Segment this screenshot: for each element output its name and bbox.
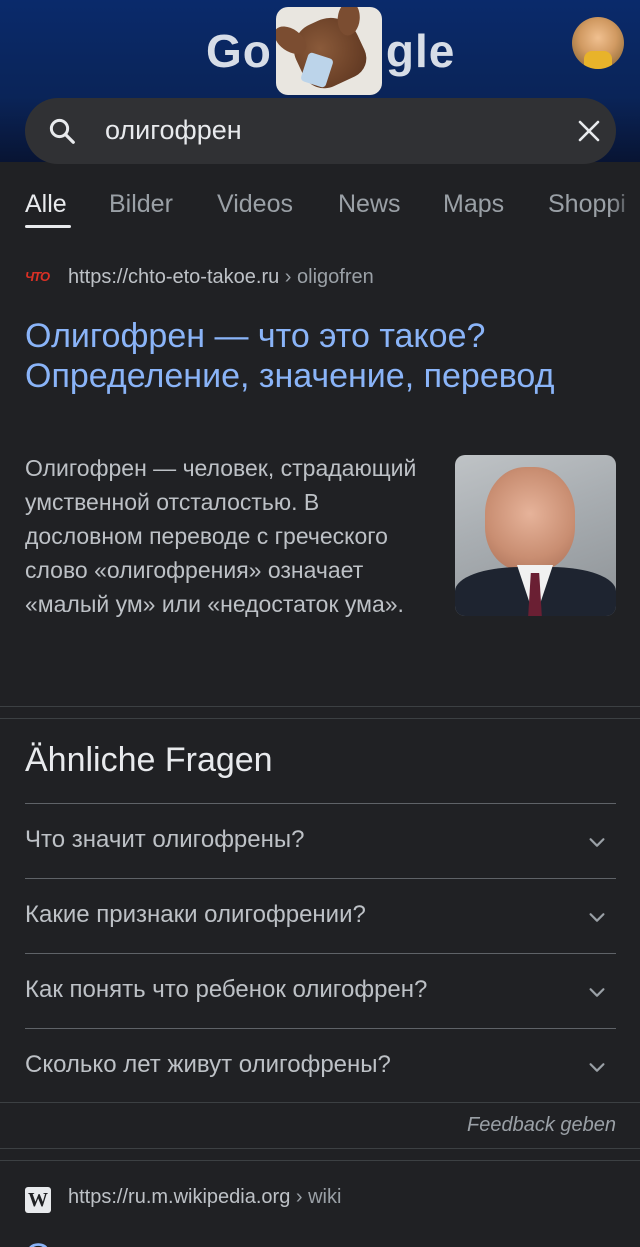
tab-videos[interactable]: Videos [217, 190, 293, 219]
result-url[interactable]: https://ru.m.wikipedia.org › wiki [68, 1186, 341, 1209]
result-breadcrumb: › oligofren [279, 266, 374, 288]
result-breadcrumb: › wiki [290, 1186, 342, 1208]
question-divider [25, 878, 616, 879]
tabs-fade [610, 176, 640, 236]
doodle-image[interactable] [275, 7, 382, 95]
result-url[interactable]: https://chto-eto-takoe.ru › oligofren [68, 266, 374, 289]
chevron-down-icon[interactable] [586, 1056, 608, 1078]
section-divider [0, 1102, 640, 1103]
question-divider [25, 803, 616, 804]
search-tabs: Alle Bilder Videos News Maps Shoppi [0, 176, 640, 236]
tab-all[interactable]: Alle [25, 190, 67, 219]
section-divider [0, 1148, 640, 1149]
result-thumbnail[interactable] [455, 455, 616, 616]
account-avatar[interactable] [572, 17, 624, 69]
related-question[interactable]: Сколько лет живут олигофрены? [25, 1051, 391, 1079]
result-title-link[interactable]: О [25, 1236, 53, 1247]
logo-text-left: Go [206, 25, 272, 77]
tab-news[interactable]: News [338, 190, 401, 219]
related-questions-title: Ähnliche Fragen [25, 741, 273, 779]
logo-text-right: gle [385, 25, 456, 77]
doodle-paw-shape [285, 8, 373, 95]
tab-images[interactable]: Bilder [109, 190, 173, 219]
tab-maps[interactable]: Maps [443, 190, 504, 219]
related-question[interactable]: Какие признаки олигофрении? [25, 901, 366, 929]
search-input[interactable]: олигофрен [105, 115, 242, 146]
section-divider [0, 1160, 640, 1161]
result-snippet: Олигофрен — человек, страдающий умственн… [25, 455, 417, 617]
chevron-down-icon[interactable] [586, 831, 608, 853]
active-tab-indicator [25, 225, 71, 228]
chevron-down-icon[interactable] [586, 981, 608, 1003]
result-domain: https://ru.m.wikipedia.org [68, 1186, 291, 1208]
question-divider [25, 1028, 616, 1029]
search-icon[interactable] [47, 116, 77, 146]
result-title-link[interactable]: Олигофрен — что это такое? Определение, … [25, 316, 585, 396]
thumbnail-face-shape [485, 467, 575, 571]
wikipedia-icon: W [25, 1187, 51, 1213]
header: Go gle олигофрен [0, 0, 640, 164]
related-question[interactable]: Как понять что ребенок олигофрен? [25, 976, 427, 1004]
question-divider [25, 953, 616, 954]
related-question[interactable]: Что значит олигофрены? [25, 826, 304, 854]
clear-icon[interactable] [577, 119, 601, 143]
search-bar[interactable]: олигофрен [25, 98, 616, 164]
feedback-link[interactable]: Feedback geben [467, 1114, 616, 1137]
google-doodle-logo[interactable]: Go gle [206, 6, 455, 96]
result-domain: https://chto-eto-takoe.ru [68, 266, 280, 288]
chevron-down-icon[interactable] [586, 906, 608, 928]
site-favicon: ЧТО [25, 269, 50, 284]
section-divider [0, 718, 640, 719]
section-divider [0, 706, 640, 707]
